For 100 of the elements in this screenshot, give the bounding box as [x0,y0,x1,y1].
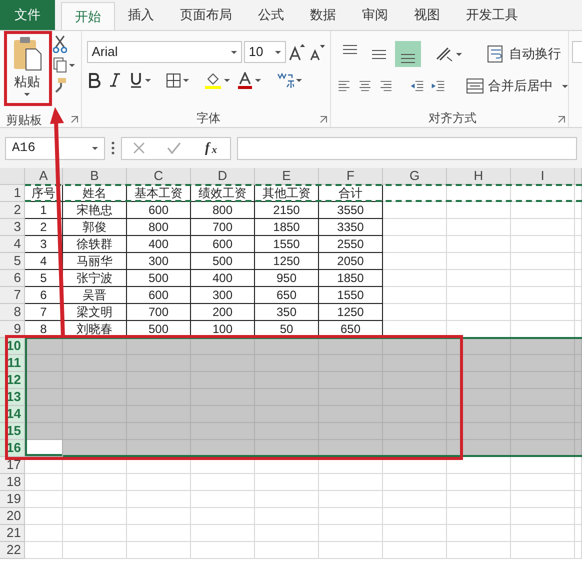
table-cell[interactable] [575,508,582,525]
table-cell[interactable] [447,287,511,304]
table-cell[interactable] [511,474,575,491]
table-cell[interactable]: 800 [127,219,191,236]
table-cell[interactable]: 700 [191,219,255,236]
table-cell[interactable] [191,338,255,355]
row-header[interactable]: 18 [0,474,25,491]
table-cell[interactable]: 1850 [255,219,319,236]
table-cell[interactable]: 500 [191,253,255,270]
table-cell[interactable] [511,202,575,219]
cut-icon[interactable] [53,35,67,53]
table-cell[interactable] [255,542,319,559]
table-cell[interactable] [511,508,575,525]
table-cell[interactable] [447,491,511,508]
table-cell[interactable] [127,525,191,542]
table-cell[interactable] [511,287,575,304]
table-cell[interactable]: 1250 [319,304,383,321]
caret-icon[interactable] [224,78,230,82]
table-cell[interactable] [319,457,383,474]
caret-icon[interactable] [562,84,568,88]
table-cell[interactable] [25,389,63,406]
table-cell[interactable]: 2050 [319,253,383,270]
table-cell[interactable] [383,287,447,304]
column-header[interactable]: D [191,168,255,185]
table-cell[interactable]: 3550 [319,202,383,219]
column-header[interactable]: G [383,168,447,185]
row-header[interactable]: 2 [0,202,25,219]
column-header[interactable]: C [127,168,191,185]
table-cell[interactable] [191,542,255,559]
column-header[interactable]: I [511,168,575,185]
table-cell[interactable] [575,491,582,508]
row-header[interactable]: 7 [0,287,25,304]
table-cell[interactable]: 梁文明 [63,304,127,321]
enter-icon[interactable] [167,142,182,154]
table-cell[interactable] [319,338,383,355]
table-cell[interactable]: 1550 [319,287,383,304]
table-cell[interactable] [127,491,191,508]
caret-icon[interactable] [296,78,302,82]
table-cell[interactable]: 650 [319,321,383,338]
ribbon-tab[interactable]: 页面布局 [167,0,245,30]
phonetic-guide-icon[interactable] [276,71,294,89]
table-cell[interactable] [575,457,582,474]
table-cell[interactable] [511,253,575,270]
table-cell[interactable] [511,491,575,508]
table-cell[interactable]: 马丽华 [63,253,127,270]
copy-icon[interactable] [53,57,67,73]
table-cell[interactable] [383,338,447,355]
table-cell[interactable] [383,253,447,270]
table-cell[interactable] [511,219,575,236]
table-cell[interactable]: 500 [127,321,191,338]
table-cell[interactable]: 2 [25,219,63,236]
table-cell[interactable] [575,338,582,355]
table-cell[interactable]: 6 [25,287,63,304]
table-cell[interactable] [575,253,582,270]
table-cell[interactable]: 300 [127,253,191,270]
table-cell[interactable]: 1550 [255,236,319,253]
table-cell[interactable]: 1250 [255,253,319,270]
ribbon-tab[interactable]: 开发工具 [453,0,531,30]
table-cell[interactable]: 600 [127,202,191,219]
font-size-select[interactable]: 10 [244,41,286,63]
table-cell[interactable]: 7 [25,304,63,321]
table-cell[interactable]: 其他工资 [255,185,319,202]
row-header[interactable]: 1 [0,185,25,202]
row-header[interactable]: 4 [0,236,25,253]
table-cell[interactable]: 2550 [319,236,383,253]
caret-icon[interactable] [24,92,30,96]
table-cell[interactable] [575,236,582,253]
table-cell[interactable]: 350 [255,304,319,321]
table-cell[interactable] [25,474,63,491]
italic-icon[interactable] [108,72,122,88]
cancel-icon[interactable] [133,142,145,154]
table-cell[interactable] [447,525,511,542]
table-cell[interactable]: 8 [25,321,63,338]
table-cell[interactable] [63,457,127,474]
table-cell[interactable]: 950 [255,270,319,287]
grow-font-icon[interactable] [288,43,306,61]
format-painter-icon[interactable] [53,77,67,93]
table-cell[interactable] [575,542,582,559]
table-cell[interactable] [511,304,575,321]
table-cell[interactable] [25,457,63,474]
table-cell[interactable] [127,542,191,559]
font-color-icon[interactable] [236,72,253,88]
table-cell[interactable] [575,304,582,321]
caret-icon[interactable] [92,146,98,150]
ribbon-tab[interactable]: 数据 [297,0,349,30]
caret-icon[interactable] [456,52,462,56]
table-cell[interactable] [447,542,511,559]
table-cell[interactable]: 合计 [319,185,383,202]
table-cell[interactable] [511,457,575,474]
table-cell[interactable]: 600 [191,236,255,253]
caret-icon[interactable] [274,50,281,54]
table-cell[interactable] [575,219,582,236]
table-cell[interactable] [447,355,511,372]
table-cell[interactable] [383,457,447,474]
table-cell[interactable] [575,287,582,304]
table-cell[interactable]: 400 [127,236,191,253]
table-cell[interactable] [575,185,582,202]
orientation-icon[interactable] [434,45,454,63]
table-cell[interactable] [383,508,447,525]
table-cell[interactable] [255,491,319,508]
